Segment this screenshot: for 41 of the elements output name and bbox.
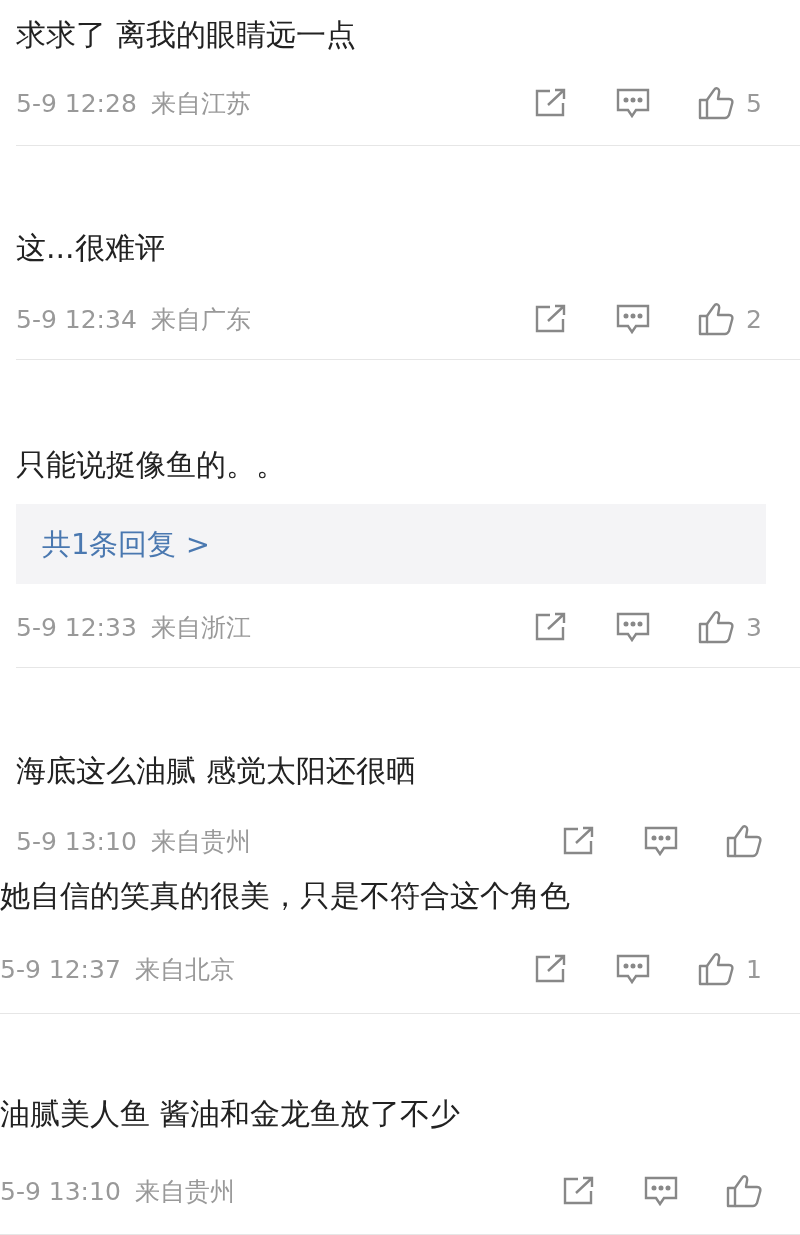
comment-location: 来自贵州 (150, 825, 251, 858)
comment-icon[interactable] (616, 953, 650, 985)
thumbs-up-icon[interactable] (698, 86, 734, 120)
comment-text: 她自信的笑真的很美，只是不符合这个角色 (0, 877, 570, 915)
thumbs-up-icon[interactable] (698, 610, 734, 644)
thumbs-up-icon[interactable] (698, 952, 734, 986)
like-count: 2 (746, 304, 762, 334)
comment-time: 5-9 13:10 (16, 826, 137, 856)
comment-time: 5-9 12:34 (16, 304, 137, 334)
share-icon[interactable] (534, 612, 568, 642)
comment-text: 求求了 离我的眼睛远一点 (16, 16, 356, 54)
comment-location: 来自广东 (150, 303, 251, 336)
thumbs-up-icon[interactable] (726, 1174, 762, 1208)
comment-location: 来自贵州 (134, 1175, 235, 1208)
comment-time: 5-9 13:10 (0, 1176, 121, 1206)
like-count: 1 (746, 954, 762, 984)
thumbs-up-icon[interactable] (698, 302, 734, 336)
comment-icon[interactable] (616, 87, 650, 119)
share-icon[interactable] (534, 88, 568, 118)
thumbs-up-icon[interactable] (726, 824, 762, 858)
share-icon[interactable] (534, 954, 568, 984)
comment-location: 来自浙江 (150, 611, 251, 644)
comment-time: 5-9 12:37 (0, 954, 121, 984)
comment-icon[interactable] (644, 1175, 678, 1207)
comment-text: 这...很难评 (16, 229, 165, 267)
comment-text: 油腻美人鱼 酱油和金龙鱼放了不少 (0, 1095, 460, 1133)
share-icon[interactable] (562, 826, 596, 856)
share-icon[interactable] (562, 1176, 596, 1206)
like-count: 3 (746, 612, 762, 642)
comment-icon[interactable] (616, 611, 650, 643)
comment-icon[interactable] (644, 825, 678, 857)
comment-icon[interactable] (616, 303, 650, 335)
comment-location: 来自北京 (134, 953, 235, 986)
comment-text: 海底这么油腻 感觉太阳还很晒 (16, 752, 416, 790)
comment-time: 5-9 12:28 (16, 88, 137, 118)
comment-time: 5-9 12:33 (16, 612, 137, 642)
reply-count-link[interactable]: 共1条回复 > (16, 504, 766, 584)
share-icon[interactable] (534, 304, 568, 334)
comment-text: 只能说挺像鱼的。。 (16, 446, 286, 484)
like-count: 5 (746, 88, 762, 118)
comment-location: 来自江苏 (150, 87, 251, 120)
